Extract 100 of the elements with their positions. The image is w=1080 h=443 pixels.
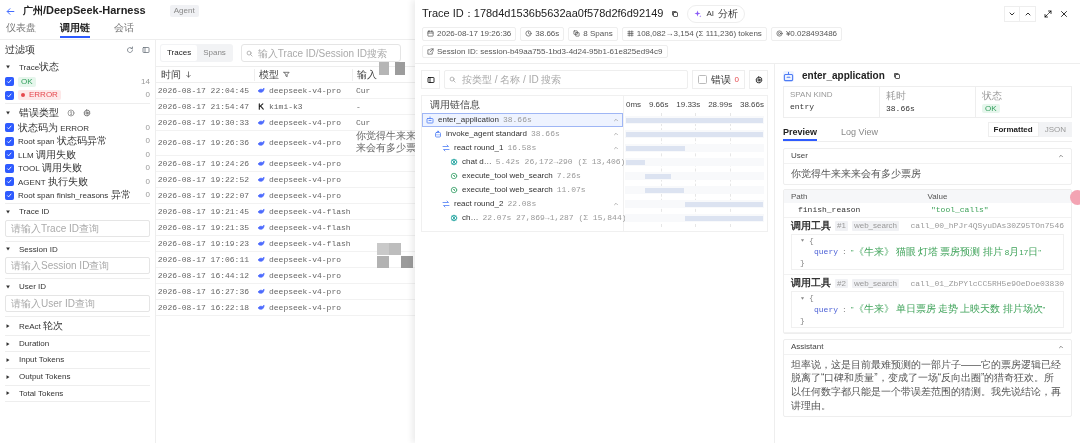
whale-icon: [258, 208, 265, 215]
meta-chip: 8 Spans: [568, 27, 618, 41]
sparkle-icon: [694, 10, 703, 18]
table-cell: 2026-08-17 16:27:36: [157, 286, 249, 296]
copy-icon[interactable]: [892, 72, 901, 81]
list-tab[interactable]: Traces: [161, 45, 198, 61]
copy-icon[interactable]: [671, 10, 680, 18]
table-cell: 2026-08-17 16:22:18: [157, 302, 249, 312]
sort-arrow-icon[interactable]: [185, 71, 192, 78]
option-count: 0: [145, 176, 150, 187]
tick-label: 38.66s: [739, 99, 764, 110]
table-cell: deepseek-v4-pro: [269, 85, 341, 96]
help-icon: [67, 109, 75, 117]
table-cell: 你觉得牛来来来会有多少票: [356, 131, 416, 155]
filter-icon[interactable]: [283, 71, 290, 78]
span-row[interactable]: invoke_agent standard 38.66s: [422, 127, 623, 142]
checkbox[interactable]: [5, 177, 14, 187]
checkbox[interactable]: [5, 136, 14, 146]
colon: :: [842, 247, 847, 258]
error-label: 错误: [710, 73, 731, 86]
option-count: 0: [145, 90, 150, 101]
nav-tab[interactable]: 调用链: [60, 22, 90, 38]
checkbox[interactable]: [5, 90, 14, 100]
panel-toggle-icon[interactable]: [142, 46, 150, 54]
network-icon: [450, 158, 458, 167]
triangle-icon[interactable]: [5, 390, 11, 397]
text-field[interactable]: 请输入Session ID查询: [5, 257, 150, 275]
detail-tab[interactable]: Log View: [841, 125, 878, 142]
checkbox[interactable]: [5, 150, 14, 160]
span-row[interactable]: enter_application 38.66s: [422, 113, 623, 128]
table-cell: deepseek-v4-pro: [269, 138, 341, 148]
section-title: Total Tokens: [19, 388, 64, 399]
brace: {: [809, 293, 814, 304]
triangle-icon[interactable]: [5, 373, 11, 380]
ai-analyze-button[interactable]: AI 分析: [687, 5, 745, 23]
table-cell: 2026-08-17 19:19:23: [157, 238, 249, 248]
column-header: 输入: [357, 68, 377, 81]
search-field[interactable]: 输入Trace ID/Session ID搜索: [240, 44, 401, 62]
table-cell: Cur: [356, 117, 371, 128]
checkbox[interactable]: [5, 123, 14, 133]
triangle-icon[interactable]: [5, 340, 11, 347]
option-count: 14: [141, 76, 150, 87]
checkbox[interactable]: [5, 163, 14, 173]
triangle-icon[interactable]: [5, 64, 11, 70]
span-row[interactable]: chat d… 5.42s 26,172→290 (Σ 13,406): [422, 155, 623, 170]
json-key: query: [814, 304, 838, 315]
triangle-icon[interactable]: [5, 322, 11, 329]
table-cell: 2026-08-17 16:44:12: [157, 270, 249, 280]
span-row[interactable]: execute_tool web_search 11.07s: [422, 183, 623, 198]
settings-icon[interactable]: [83, 109, 91, 117]
detail-tab[interactable]: Preview: [783, 125, 818, 142]
stat-value: 38.66s: [886, 104, 915, 114]
nav-tab[interactable]: 仪表盘: [6, 22, 36, 38]
table-cell: 2026-08-17 19:26:36: [157, 138, 249, 148]
status-tag: OK: [18, 76, 36, 87]
text-field[interactable]: 请输入User ID查询: [5, 294, 150, 312]
network-icon: [450, 214, 458, 223]
section-title: ReAct 轮次: [19, 319, 63, 332]
back-arrow-icon[interactable]: [6, 6, 15, 16]
json-value: "《牛来》 单日票房 走势 上映天数 排片场次": [850, 303, 1046, 316]
option-count: 0: [145, 149, 150, 160]
whale-icon: [258, 176, 265, 183]
format-toggle[interactable]: Formatted: [987, 121, 1039, 138]
nav-tab[interactable]: 会话: [114, 22, 134, 38]
option-label: TOOL 调用失败: [18, 162, 82, 175]
panel-toggle-button[interactable]: [421, 70, 440, 90]
pixelated-block: [401, 256, 413, 268]
whale-icon: [258, 256, 265, 263]
span-row[interactable]: react round_1 16.58s: [422, 141, 623, 156]
triangle-icon[interactable]: [5, 284, 11, 290]
error-checkbox[interactable]: [697, 75, 707, 85]
option-label: AGENT 执行失败: [18, 175, 88, 188]
triangle-icon[interactable]: [5, 110, 11, 116]
json-key: query: [814, 247, 838, 258]
refresh-icon[interactable]: [126, 46, 134, 54]
triangle-icon[interactable]: [5, 357, 11, 364]
stat-label: 状态: [982, 90, 1003, 103]
stat-label: SPAN KIND: [790, 90, 834, 100]
triangle-icon[interactable]: [5, 208, 11, 215]
layers-icon: [573, 30, 581, 38]
triangle-icon[interactable]: [5, 246, 11, 253]
option-label: Root span 状态码异常: [18, 135, 107, 148]
checkbox[interactable]: [5, 190, 14, 200]
column-header: Path: [791, 191, 808, 201]
text-field[interactable]: 请输入Trace ID查询: [5, 219, 150, 237]
settings-button[interactable]: [749, 70, 768, 90]
table-cell: deepseek-v4-pro: [269, 254, 341, 265]
whale-icon: [258, 192, 265, 199]
call-id: call_00_hPJr4QSyuDAs30Z95TOn7546: [910, 221, 1064, 231]
stat-label: 耗时: [886, 90, 907, 103]
brace: {: [809, 235, 814, 246]
span-search-field[interactable]: 按类型 / 名称 / ID 搜索: [444, 70, 688, 90]
tick-label: 9.66s: [648, 99, 669, 110]
meta-chip: 2026-08-17 19:26:36: [422, 27, 517, 41]
span-row[interactable]: react round_2 22.08s: [422, 197, 623, 212]
whale-icon: [258, 224, 265, 231]
span-row[interactable]: ch… 22.07s 27,869→1,287 (Σ 15,844): [422, 211, 623, 226]
span-row[interactable]: execute_tool web_search 7.26s: [422, 169, 623, 184]
checkbox[interactable]: [5, 77, 14, 87]
table-cell: 2026-08-17 19:21:45: [157, 206, 249, 216]
